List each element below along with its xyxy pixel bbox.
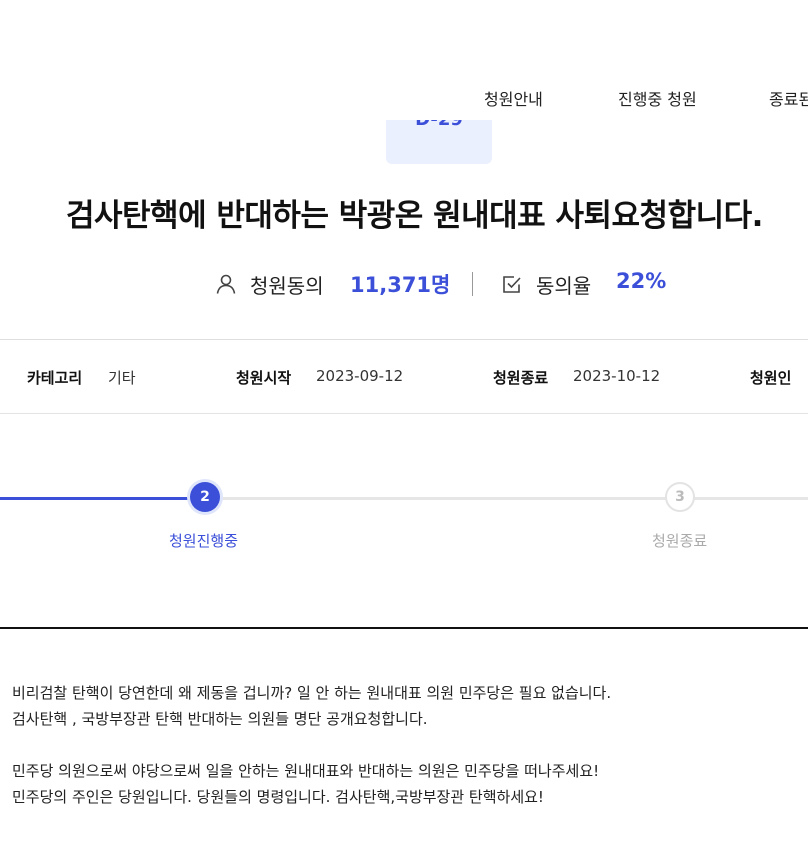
content-line: 검사탄핵 , 국방부장관 탄핵 반대하는 의원들 명단 공개요청합니다. (12, 710, 428, 728)
step-2-label: 청원진행중 (169, 532, 239, 550)
nav-item-ongoing[interactable]: 진행중 청원 (618, 86, 697, 110)
petition-content: 비리검찰 탄핵이 당연한데 왜 제동을 겁니까? 일 안 하는 원내대표 의원 … (12, 680, 802, 810)
top-nav: 청원안내 진행중 청원 종료된 (0, 86, 808, 110)
progress-track-complete (0, 497, 205, 500)
content-line: 비리검찰 탄핵이 당연한데 왜 제동을 겁니까? 일 안 하는 원내대표 의원 … (12, 684, 612, 702)
petitioner-label: 청원인 (750, 369, 792, 387)
progress-steps: 2 청원진행중 3 청원종료 (0, 480, 808, 560)
start-label: 청원시작 (236, 369, 292, 387)
rate-label: 동의율 (536, 274, 592, 298)
step-2-number: 2 (200, 489, 210, 505)
step-2-circle: 2 (190, 482, 220, 512)
person-icon (216, 274, 236, 294)
end-date: 2023-10-12 (573, 367, 661, 385)
petition-title: 검사탄핵에 반대하는 박광온 원내대표 사퇴요청합니다. (66, 198, 763, 234)
progress-track-remaining (205, 497, 808, 500)
dday-badge: D-29 (386, 120, 492, 164)
checkbox-icon (503, 276, 521, 293)
step-3-circle: 3 (665, 482, 695, 512)
nav-item-closed[interactable]: 종료된 (769, 86, 808, 110)
nav-item-guide[interactable]: 청원안내 (484, 86, 543, 110)
start-date: 2023-09-12 (316, 367, 404, 385)
step-3-number: 3 (675, 489, 685, 505)
step-3-label: 청원종료 (652, 532, 708, 550)
category-value: 기타 (108, 369, 136, 387)
section-divider (0, 627, 808, 629)
agree-count: 11,371명 (350, 273, 451, 297)
content-line: 민주당 의원으로써 야당으로써 일을 안하는 원내대표와 반대하는 의원은 민주… (12, 762, 600, 780)
content-line: 민주당의 주인은 당원입니다. 당원들의 명령입니다. 검사탄핵,국방부장관 탄… (12, 788, 544, 806)
agree-label: 청원동의 (250, 274, 324, 298)
category-label: 카테고리 (27, 369, 83, 387)
agree-rate: 22% (616, 269, 667, 293)
end-label: 청원종료 (493, 369, 549, 387)
petition-stats: 청원동의 11,371명 동의율 22% (0, 268, 808, 302)
dday-text: D-29 (386, 120, 492, 130)
petition-info: 카테고리 기타 청원시작 2023-09-12 청원종료 2023-10-12 … (0, 339, 808, 414)
stat-divider (472, 272, 473, 296)
